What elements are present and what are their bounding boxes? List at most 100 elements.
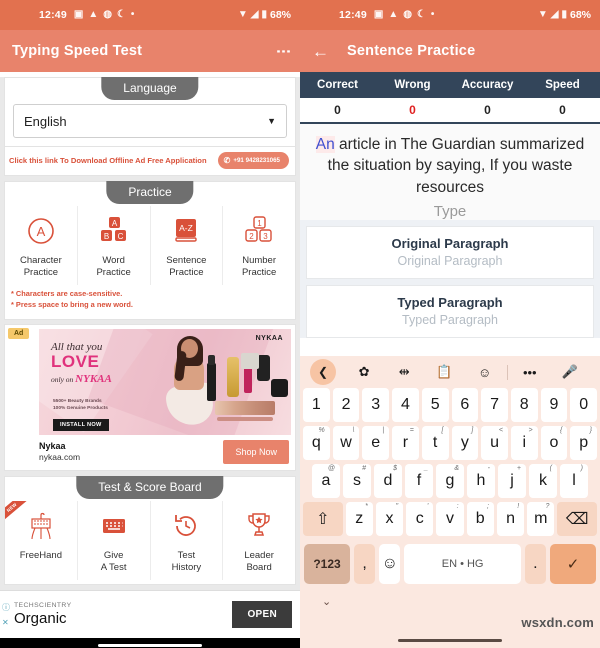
key-z[interactable]: * z	[345, 502, 373, 536]
period-key[interactable]: .	[524, 544, 546, 584]
key-w[interactable]: \ w	[332, 426, 360, 460]
symbols-key[interactable]: ?123	[304, 544, 350, 584]
ad-brand-logo: NYKAA	[255, 334, 283, 342]
comma-key[interactable]: ,	[354, 544, 376, 584]
new-ribbon: NEW	[5, 500, 27, 522]
key-g[interactable]: & g	[436, 464, 464, 498]
checkmark-icon[interactable]: ✓	[550, 544, 596, 584]
key-0[interactable]: 0	[570, 388, 598, 422]
shop-now-button[interactable]: Shop Now	[223, 439, 289, 464]
gear-icon[interactable]: ✿	[344, 364, 384, 380]
more-icon[interactable]: •••	[510, 365, 550, 380]
key-n[interactable]: ! n	[496, 502, 525, 536]
key-v[interactable]: :v	[436, 502, 464, 536]
clipboard-icon[interactable]: 📋	[424, 364, 464, 380]
stats-values-row: 0 0 0 0	[300, 98, 600, 124]
microphone-icon[interactable]: 🎤	[550, 364, 590, 380]
key-7[interactable]: 7	[481, 388, 508, 422]
tile-label-line1: Sentence	[166, 255, 207, 266]
download-link-row[interactable]: Click this link To Download Offline Ad F…	[5, 147, 295, 175]
tile-label: Sentence Practice	[166, 255, 206, 279]
ad-card[interactable]: Ad NYKAA All that you LOVE only on NYKAA	[4, 323, 296, 471]
key-b[interactable]: ; b	[466, 502, 494, 536]
overflow-menu-icon[interactable]: ⋮	[275, 44, 292, 59]
tile-number-practice[interactable]: 1 2 3 Number Practice	[222, 206, 295, 285]
key-h-sup: -	[487, 465, 490, 472]
info-icon[interactable]: ⓘ	[2, 600, 10, 615]
key-k[interactable]: (k	[529, 464, 557, 498]
ad-install-button[interactable]: INSTALL NOW	[53, 418, 109, 431]
key-s[interactable]: # s	[343, 464, 371, 498]
cursor-move-icon[interactable]: ⇹	[384, 364, 424, 380]
battery-percent: 68%	[269, 9, 291, 21]
key-9[interactable]: 9	[540, 388, 568, 422]
ad-only-on-text: only on	[51, 374, 74, 384]
back-arrow-icon[interactable]: ←	[312, 43, 329, 60]
key-p[interactable]: } p	[570, 426, 598, 460]
emoji-icon[interactable]: ☺	[379, 544, 401, 584]
key-y[interactable]: ] y	[451, 426, 479, 460]
prompt-remaining-text: article in The Guardian summarized the s…	[327, 136, 585, 196]
shift-icon[interactable]: ⇧	[303, 502, 343, 536]
backspace-icon[interactable]: ⌫	[557, 502, 597, 536]
tile-give-a-test[interactable]: Give A Test	[76, 500, 150, 580]
key-a[interactable]: @ a	[312, 464, 340, 498]
keyboard-row-2: @ a # s $ d _ f & g -h + j (k ) l	[300, 464, 600, 502]
page-title: Typing Speed Test	[12, 43, 143, 59]
score-board-card: Test & Score Board NEW FreeHand Give A T…	[4, 475, 296, 585]
key-j[interactable]: + j	[498, 464, 526, 498]
phone-badge[interactable]: ✆ +91 9428231065	[217, 152, 289, 169]
back-chevron-icon[interactable]: ❮	[310, 359, 336, 385]
key-f[interactable]: _ f	[405, 464, 433, 498]
key-h[interactable]: -h	[467, 464, 495, 498]
tile-character-practice[interactable]: A Character Practice	[5, 206, 77, 285]
key-c[interactable]: ' c	[406, 502, 434, 536]
download-link-text[interactable]: Click this link To Download Offline Ad F…	[9, 156, 207, 165]
key-d[interactable]: $ d	[374, 464, 402, 498]
key-6[interactable]: 6	[451, 388, 479, 422]
key-1[interactable]: 1	[302, 388, 330, 422]
key-4[interactable]: 4	[392, 388, 419, 422]
sticker-icon[interactable]: ☺	[465, 365, 505, 380]
key-x[interactable]: " x	[375, 502, 404, 536]
key-r[interactable]: = r	[392, 426, 419, 460]
key-t[interactable]: [t	[421, 426, 449, 460]
key-t-sup: [	[441, 427, 444, 434]
typed-paragraph-card[interactable]: Typed Paragraph Typed Paragraph	[306, 285, 594, 338]
ad-banner-image[interactable]: NYKAA All that you LOVE only on NYKAA 55…	[39, 328, 291, 435]
language-select[interactable]: English ▼	[13, 104, 287, 138]
space-key[interactable]: EN • HG	[404, 544, 521, 584]
tile-leader-board[interactable]: Leader Board	[222, 500, 295, 580]
key-o[interactable]: {o	[540, 426, 568, 460]
tile-label: Number Practice	[242, 255, 276, 279]
a-z-book-icon: A-Z	[171, 214, 201, 248]
key-3[interactable]: 3	[362, 388, 390, 422]
key-8[interactable]: 8	[510, 388, 538, 422]
home-indicator[interactable]	[398, 639, 502, 642]
keyboard-footer: ⌄	[300, 584, 600, 618]
typing-input[interactable]: Type	[310, 203, 590, 220]
trophy-icon	[244, 509, 274, 543]
key-u[interactable]: < u	[481, 426, 508, 460]
bottom-ad-bar[interactable]: ⓘ ✕ TECHSCIENTRY Organic OPEN	[0, 590, 300, 638]
tile-freehand[interactable]: NEW FreeHand	[5, 500, 77, 580]
original-paragraph-card[interactable]: Original Paragraph Original Paragraph	[306, 226, 594, 279]
tile-sentence-practice[interactable]: A-Z Sentence Practice	[149, 206, 223, 285]
key-e[interactable]: | e	[362, 426, 390, 460]
key-q[interactable]: % q	[302, 426, 330, 460]
home-indicator[interactable]	[98, 644, 202, 647]
bottom-ad-open-button[interactable]: OPEN	[232, 601, 292, 628]
key-m[interactable]: ? m	[527, 502, 555, 536]
tile-test-history[interactable]: Test History	[149, 500, 223, 580]
sim-card-icon: ▣	[373, 9, 384, 20]
key-n-label: n	[506, 510, 515, 527]
key-5[interactable]: 5	[421, 388, 449, 422]
tile-word-practice[interactable]: A B C Word Practice	[76, 206, 150, 285]
key-q-sup: %	[318, 427, 325, 434]
key-l[interactable]: ) l	[560, 464, 588, 498]
right-screen: 12:49 ▣ ▲ ◍ ☾ • ▼ ◢ ▮ 68% ← Sentence Pra…	[300, 0, 600, 648]
key-2[interactable]: 2	[332, 388, 360, 422]
chevron-down-icon[interactable]: ⌄	[322, 595, 331, 608]
key-i[interactable]: > i	[510, 426, 538, 460]
close-icon[interactable]: ✕	[2, 615, 10, 630]
